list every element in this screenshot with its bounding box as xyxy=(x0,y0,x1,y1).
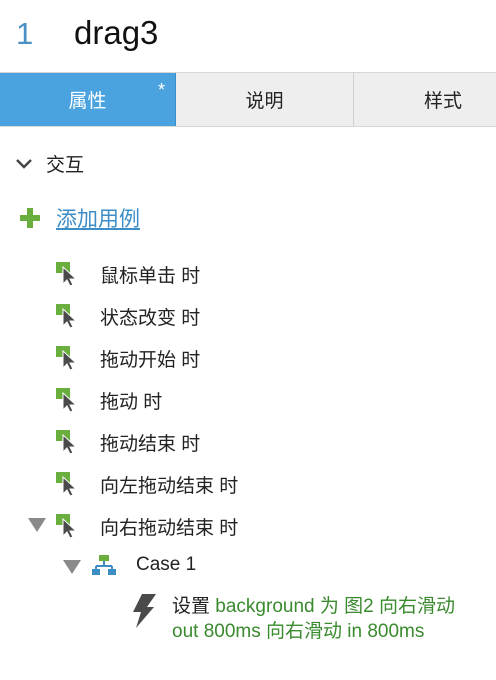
case-item[interactable]: Case 1 xyxy=(92,553,196,577)
event-label: 拖动 时 xyxy=(100,391,163,413)
event-cursor-icon xyxy=(56,304,78,328)
event-item[interactable]: 拖动开始 时 xyxy=(56,344,200,372)
action-description: 设置 background 为 图2 向右滑动 out 800ms 向右滑动 i… xyxy=(172,594,482,644)
event-item[interactable]: 拖动 时 xyxy=(56,386,162,414)
event-item[interactable]: 拖动结束 时 xyxy=(56,428,200,456)
chevron-down-icon[interactable] xyxy=(14,154,34,174)
action-verb: 设置 xyxy=(172,596,211,617)
event-label: 鼠标单击 时 xyxy=(100,265,201,287)
event-item[interactable]: 向左拖动结束 时 xyxy=(56,470,238,498)
expand-triangle-icon[interactable] xyxy=(28,518,46,532)
event-cursor-icon xyxy=(56,430,78,454)
add-case-link[interactable]: 添加用例 xyxy=(56,203,140,233)
event-label: 状态改变 时 xyxy=(100,307,201,329)
widget-index: 1 xyxy=(16,16,34,51)
plus-icon xyxy=(20,208,40,228)
event-label: 向左拖动结束 时 xyxy=(100,475,239,497)
tab-style-label: 样式 xyxy=(423,91,462,112)
lightning-icon xyxy=(133,594,156,628)
event-cursor-icon xyxy=(56,262,78,286)
action-detail: background 为 图2 向右滑动 out 800ms 向右滑动 in 8… xyxy=(172,596,455,642)
tab-properties-label: 属性 xyxy=(68,91,107,112)
widget-name[interactable]: drag3 xyxy=(74,14,158,52)
event-label: 拖动开始 时 xyxy=(100,349,201,371)
case-label: Case 1 xyxy=(136,554,197,575)
tab-properties[interactable]: 属性 * xyxy=(0,73,176,126)
case-tree-icon xyxy=(92,555,116,575)
interactions-section-header[interactable]: 交互 xyxy=(14,150,84,177)
event-cursor-icon xyxy=(56,346,78,370)
event-label: 向右拖动结束 时 xyxy=(100,517,239,539)
event-item[interactable]: 鼠标单击 时 xyxy=(56,260,200,288)
event-label: 拖动结束 时 xyxy=(100,433,201,455)
expand-triangle-icon[interactable] xyxy=(63,560,81,574)
event-cursor-icon xyxy=(56,472,78,496)
modified-marker: * xyxy=(157,80,165,100)
action-item[interactable]: 设置 background 为 图2 向右滑动 out 800ms 向右滑动 i… xyxy=(130,594,482,644)
add-case-button[interactable]: 添加用例 xyxy=(20,203,140,233)
widget-header: 1 drag3 xyxy=(0,0,496,72)
event-cursor-icon xyxy=(56,388,78,412)
tab-notes-label: 说明 xyxy=(245,91,284,112)
event-item[interactable]: 状态改变 时 xyxy=(56,302,200,330)
inspector-tabs: 属性 * 说明 样式 xyxy=(0,72,496,127)
event-item-expanded[interactable]: 向右拖动结束 时 xyxy=(56,512,238,540)
event-cursor-icon xyxy=(56,514,78,538)
interactions-label: 交互 xyxy=(46,155,85,176)
tab-notes[interactable]: 说明 xyxy=(176,73,354,126)
tab-style[interactable]: 样式 xyxy=(354,73,496,126)
